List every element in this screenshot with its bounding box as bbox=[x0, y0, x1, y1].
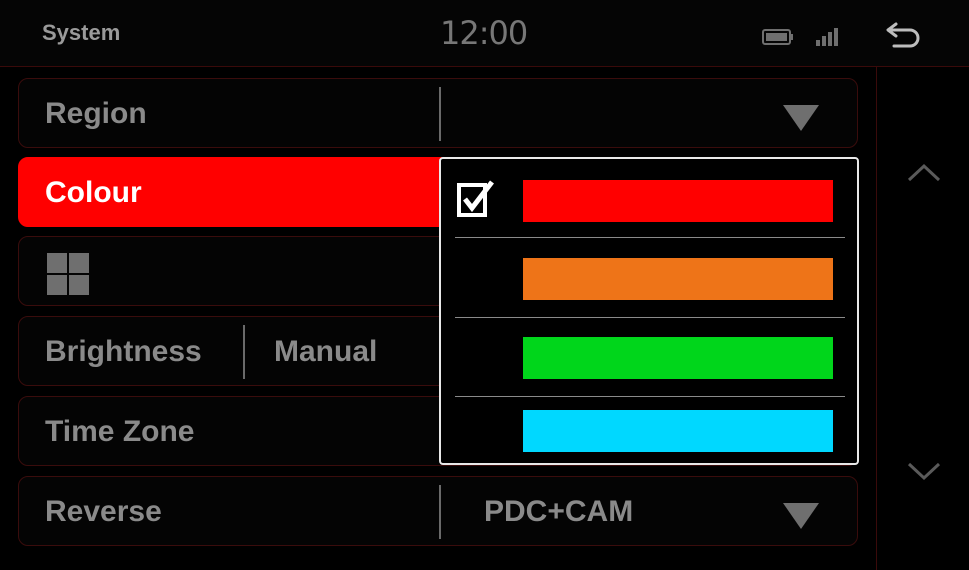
reverse-label: Reverse bbox=[45, 495, 162, 528]
clock: 12:00 bbox=[440, 14, 528, 52]
popup-divider bbox=[455, 317, 845, 318]
scroll-column-divider bbox=[876, 67, 877, 570]
colour-swatch-orange[interactable] bbox=[523, 258, 833, 300]
row-divider bbox=[439, 87, 441, 141]
colour-swatch-red[interactable] bbox=[523, 180, 833, 222]
header-divider bbox=[0, 66, 969, 67]
setting-row-region[interactable]: Region bbox=[18, 78, 858, 148]
grid-icon bbox=[47, 253, 89, 295]
colour-label: Colour bbox=[45, 176, 142, 209]
brightness-label: Brightness bbox=[45, 335, 202, 368]
checkbox-checked-icon[interactable] bbox=[457, 179, 495, 219]
page-title: System bbox=[42, 20, 121, 45]
setting-row-reverse[interactable]: Reverse PDC+CAM bbox=[18, 476, 858, 546]
popup-divider bbox=[455, 396, 845, 397]
row-divider bbox=[243, 325, 245, 379]
reverse-value: PDC+CAM bbox=[484, 495, 634, 528]
colour-swatch-green[interactable] bbox=[523, 337, 833, 379]
colour-swatch-cyan[interactable] bbox=[523, 410, 833, 452]
dropdown-arrow-icon[interactable] bbox=[783, 105, 819, 131]
brightness-value: Manual bbox=[274, 335, 378, 368]
signal-icon bbox=[816, 28, 838, 46]
region-label: Region bbox=[45, 97, 147, 130]
back-icon[interactable] bbox=[884, 18, 924, 50]
scroll-down-icon[interactable] bbox=[906, 460, 942, 484]
battery-icon bbox=[762, 29, 793, 45]
colour-picker-popup bbox=[439, 157, 859, 465]
time-zone-label: Time Zone bbox=[45, 415, 195, 448]
scroll-up-icon[interactable] bbox=[906, 160, 942, 184]
popup-divider bbox=[455, 237, 845, 238]
row-divider bbox=[439, 485, 441, 539]
dropdown-arrow-icon[interactable] bbox=[783, 503, 819, 529]
